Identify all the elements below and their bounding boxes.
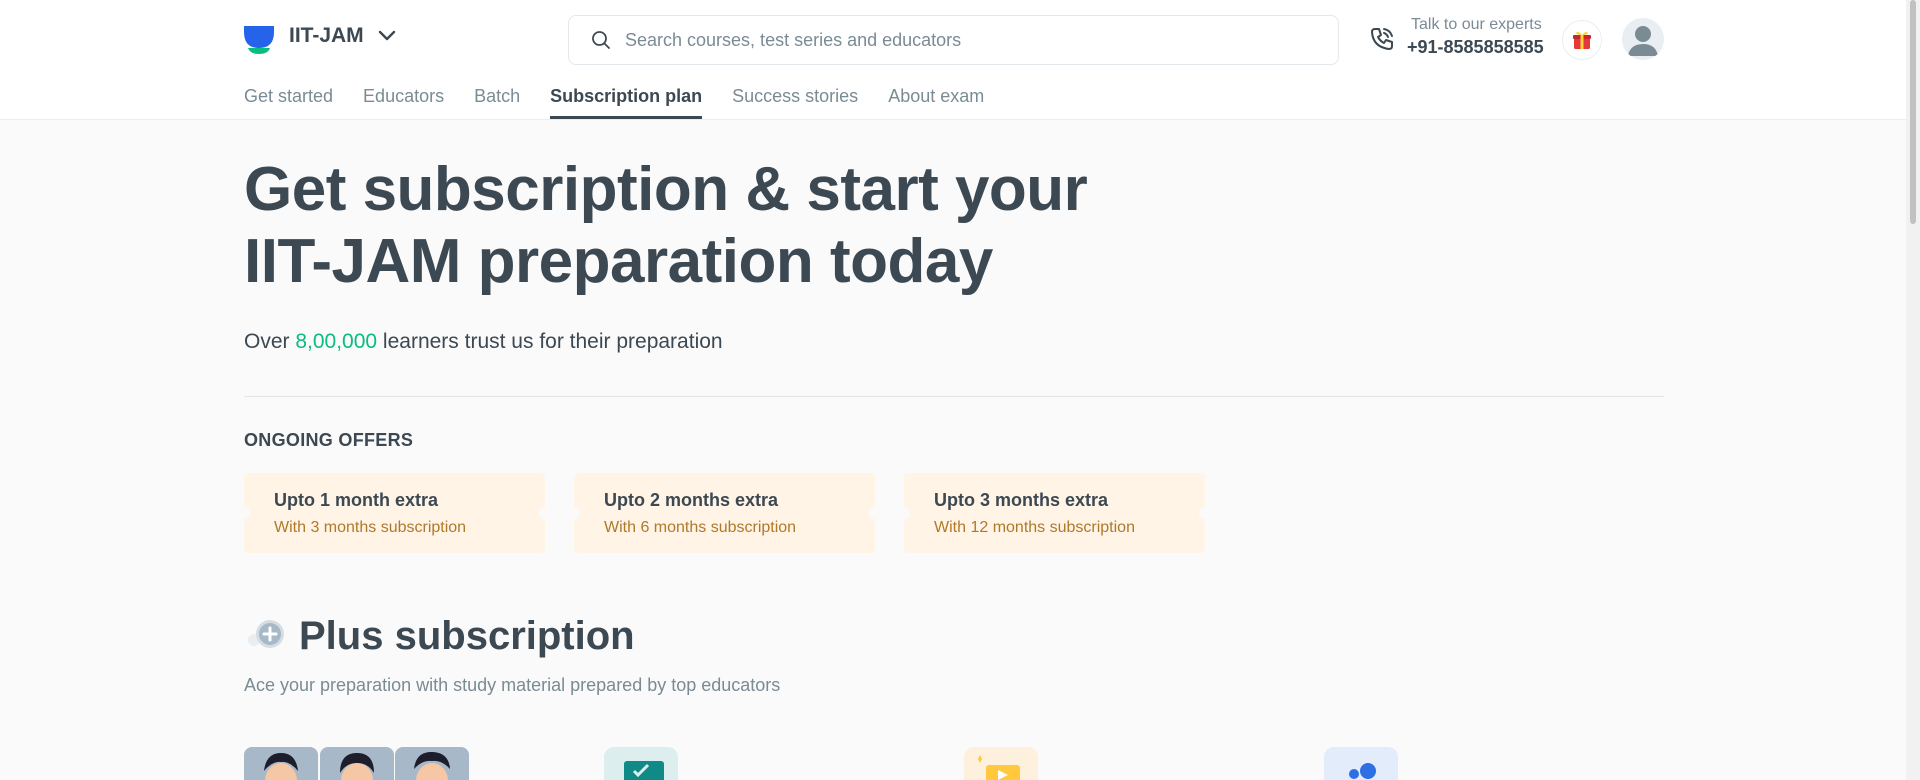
- phone-icon: [1371, 28, 1393, 50]
- feature-thumbnail: [964, 747, 1038, 780]
- tab-educators[interactable]: Educators: [363, 86, 444, 119]
- goal-selector[interactable]: IIT-JAM: [289, 24, 396, 48]
- offer-title: Upto 3 months extra: [934, 490, 1109, 510]
- offer-card[interactable]: Upto 3 months extra With 12 months subsc…: [898, 473, 1211, 553]
- learner-count: 8,00,000: [295, 330, 378, 353]
- tab-get-started[interactable]: Get started: [244, 86, 333, 119]
- tab-subscription-plan[interactable]: Subscription plan: [550, 86, 703, 119]
- offer-subtitle: With 12 months subscription: [934, 519, 1135, 536]
- nav-tabs: Get started Educators Batch Subscription…: [244, 86, 984, 119]
- educator-avatar: [320, 747, 394, 780]
- trust-text: Over 8,00,000 learners trust us for thei…: [244, 330, 723, 354]
- offer-title: Upto 1 month extra: [274, 490, 439, 510]
- trust-suffix: learners trust us for their preparation: [377, 330, 723, 353]
- logo-icon[interactable]: [244, 26, 274, 54]
- search-input[interactable]: [625, 29, 1305, 51]
- gift-icon: [1573, 31, 1591, 49]
- talk-to-experts[interactable]: Talk to our experts +91-8585858585: [1407, 16, 1544, 58]
- phone-number[interactable]: +91-8585858585: [1407, 37, 1544, 58]
- gift-button[interactable]: [1562, 20, 1602, 60]
- offer-card[interactable]: Upto 2 months extra With 6 months subscr…: [568, 473, 881, 553]
- tab-about-exam[interactable]: About exam: [888, 86, 984, 119]
- trust-prefix: Over: [244, 330, 296, 353]
- plus-badge-icon: [248, 620, 284, 648]
- offer-card[interactable]: Upto 1 month extra With 3 months subscri…: [238, 473, 551, 553]
- offers-heading: ONGOING OFFERS: [244, 430, 414, 450]
- feature-thumbnail: [604, 747, 678, 780]
- talk-label: Talk to our experts: [1411, 16, 1542, 33]
- section-divider: [244, 396, 1664, 397]
- avatar[interactable]: [1622, 18, 1664, 60]
- search-bar[interactable]: [568, 15, 1339, 65]
- offer-subtitle: With 3 months subscription: [274, 519, 467, 536]
- offer-subtitle: With 6 months subscription: [604, 519, 797, 536]
- offer-title: Upto 2 months extra: [604, 490, 779, 510]
- hero-heading: Get subscription & start your IIT-JAM pr…: [244, 154, 1088, 298]
- goal-label: IIT-JAM: [289, 24, 364, 47]
- educator-avatar: [244, 747, 318, 780]
- scrollbar-thumb[interactable]: [1910, 0, 1916, 224]
- hero-line-2: IIT-JAM preparation today: [244, 227, 993, 296]
- educator-avatar: [395, 747, 469, 780]
- feature-thumbnail: [1324, 747, 1398, 780]
- plus-subscription-title: Plus subscription: [299, 614, 635, 658]
- hero-line-1: Get subscription & start your: [244, 155, 1088, 224]
- search-icon: [592, 31, 610, 49]
- avatar-icon: [1622, 18, 1664, 60]
- tab-success-stories[interactable]: Success stories: [732, 86, 858, 119]
- tab-batch[interactable]: Batch: [474, 86, 520, 119]
- plus-subscription-subtitle: Ace your preparation with study material…: [244, 675, 781, 695]
- chevron-down-icon: [378, 30, 395, 41]
